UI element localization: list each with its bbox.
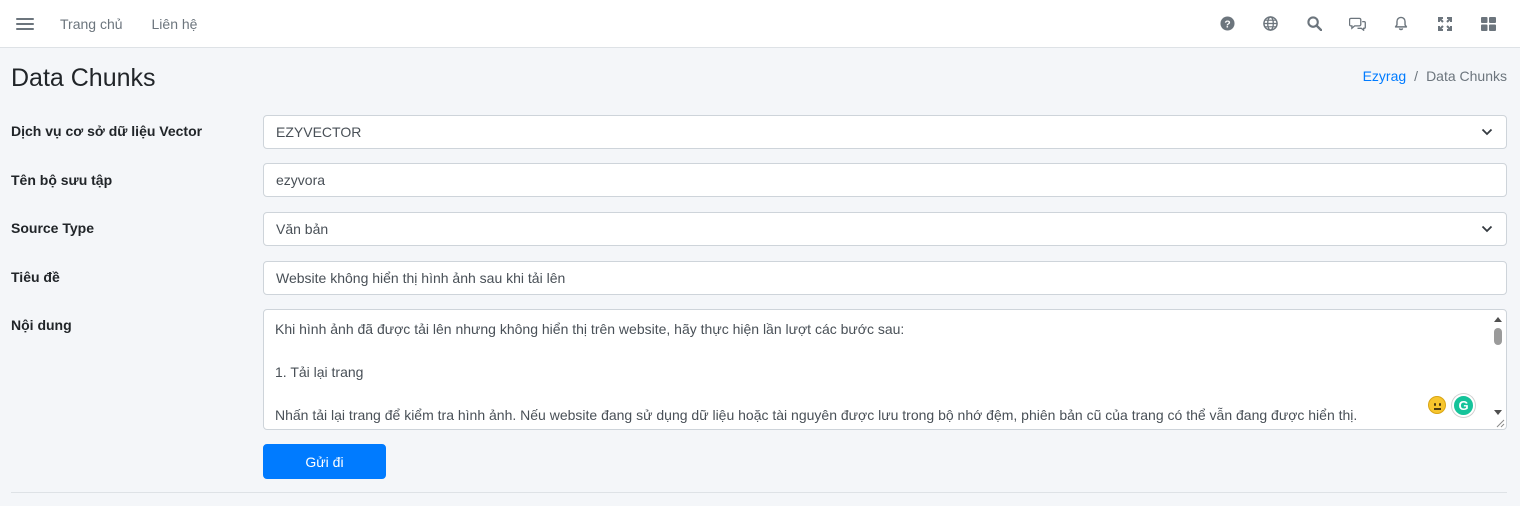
- divider: [11, 492, 1507, 493]
- scroll-thumb[interactable]: [1494, 328, 1502, 345]
- navbar-right: ?: [1206, 0, 1511, 47]
- globe-icon[interactable]: [1249, 0, 1293, 47]
- messages-icon[interactable]: [1336, 0, 1380, 47]
- breadcrumb: Ezyrag / Data Chunks: [1363, 68, 1507, 84]
- collection-name-label: Tên bộ sưu tập: [11, 172, 113, 188]
- title-input[interactable]: Website không hiển thị hình ảnh sau khi …: [263, 261, 1507, 295]
- content-line-blank: [275, 341, 1476, 363]
- top-navbar: Trang chủ Liên hệ ?: [0, 0, 1520, 48]
- vector-service-value: EZYVECTOR: [276, 124, 362, 140]
- title-label: Tiêu đề: [11, 269, 60, 285]
- page-title: Data Chunks: [11, 64, 156, 92]
- content-line: Khi hình ảnh đã được tải lên nhưng không…: [275, 321, 905, 337]
- content-line: Nhấn tải lại trang để kiểm tra hình ảnh.…: [275, 407, 1358, 423]
- nav-link-home[interactable]: Trang chủ: [60, 16, 123, 32]
- fullscreen-icon[interactable]: [1423, 0, 1467, 47]
- vector-service-select[interactable]: EZYVECTOR: [263, 115, 1507, 149]
- content-text: Khi hình ảnh đã được tải lên nhưng không…: [275, 319, 1476, 427]
- content-textarea[interactable]: Khi hình ảnh đã được tải lên nhưng không…: [263, 309, 1507, 430]
- grammarly-icon[interactable]: G: [1452, 394, 1475, 417]
- scroll-down-arrow-icon[interactable]: [1494, 410, 1502, 415]
- submit-button[interactable]: Gửi đi: [263, 444, 386, 479]
- breadcrumb-separator: /: [1414, 68, 1419, 84]
- collection-name-input[interactable]: ezyvora: [263, 163, 1507, 197]
- source-type-value: Văn bản: [276, 221, 329, 237]
- search-icon[interactable]: [1293, 0, 1337, 47]
- svg-text:?: ?: [1224, 19, 1230, 30]
- neutral-face-emoji-icon[interactable]: [1428, 396, 1446, 414]
- textarea-scrollbar[interactable]: [1491, 311, 1505, 415]
- breadcrumb-current: Data Chunks: [1426, 68, 1507, 84]
- content-label: Nội dung: [11, 317, 72, 333]
- help-icon[interactable]: ?: [1206, 0, 1250, 47]
- source-type-select[interactable]: Văn bản: [263, 212, 1507, 246]
- content-line: 1. Tải lại trang: [275, 364, 364, 380]
- title-value: Website không hiển thị hình ảnh sau khi …: [276, 270, 566, 286]
- vector-service-label: Dịch vụ cơ sở dữ liệu Vector: [11, 123, 203, 139]
- breadcrumb-link-root[interactable]: Ezyrag: [1363, 68, 1407, 84]
- navbar-left: Trang chủ Liên hệ: [0, 0, 226, 47]
- scroll-up-arrow-icon[interactable]: [1494, 317, 1502, 322]
- content-line-blank: [275, 384, 1476, 406]
- bell-icon[interactable]: [1380, 0, 1424, 47]
- nav-link-contact[interactable]: Liên hệ: [152, 16, 198, 32]
- apps-grid-icon[interactable]: [1467, 0, 1511, 47]
- chevron-down-icon: [1481, 128, 1493, 136]
- collection-name-value: ezyvora: [276, 172, 326, 188]
- chevron-down-icon: [1481, 225, 1493, 233]
- resize-grip-icon[interactable]: [1495, 418, 1505, 428]
- source-type-label: Source Type: [11, 220, 94, 236]
- menu-toggle-icon[interactable]: [16, 17, 34, 30]
